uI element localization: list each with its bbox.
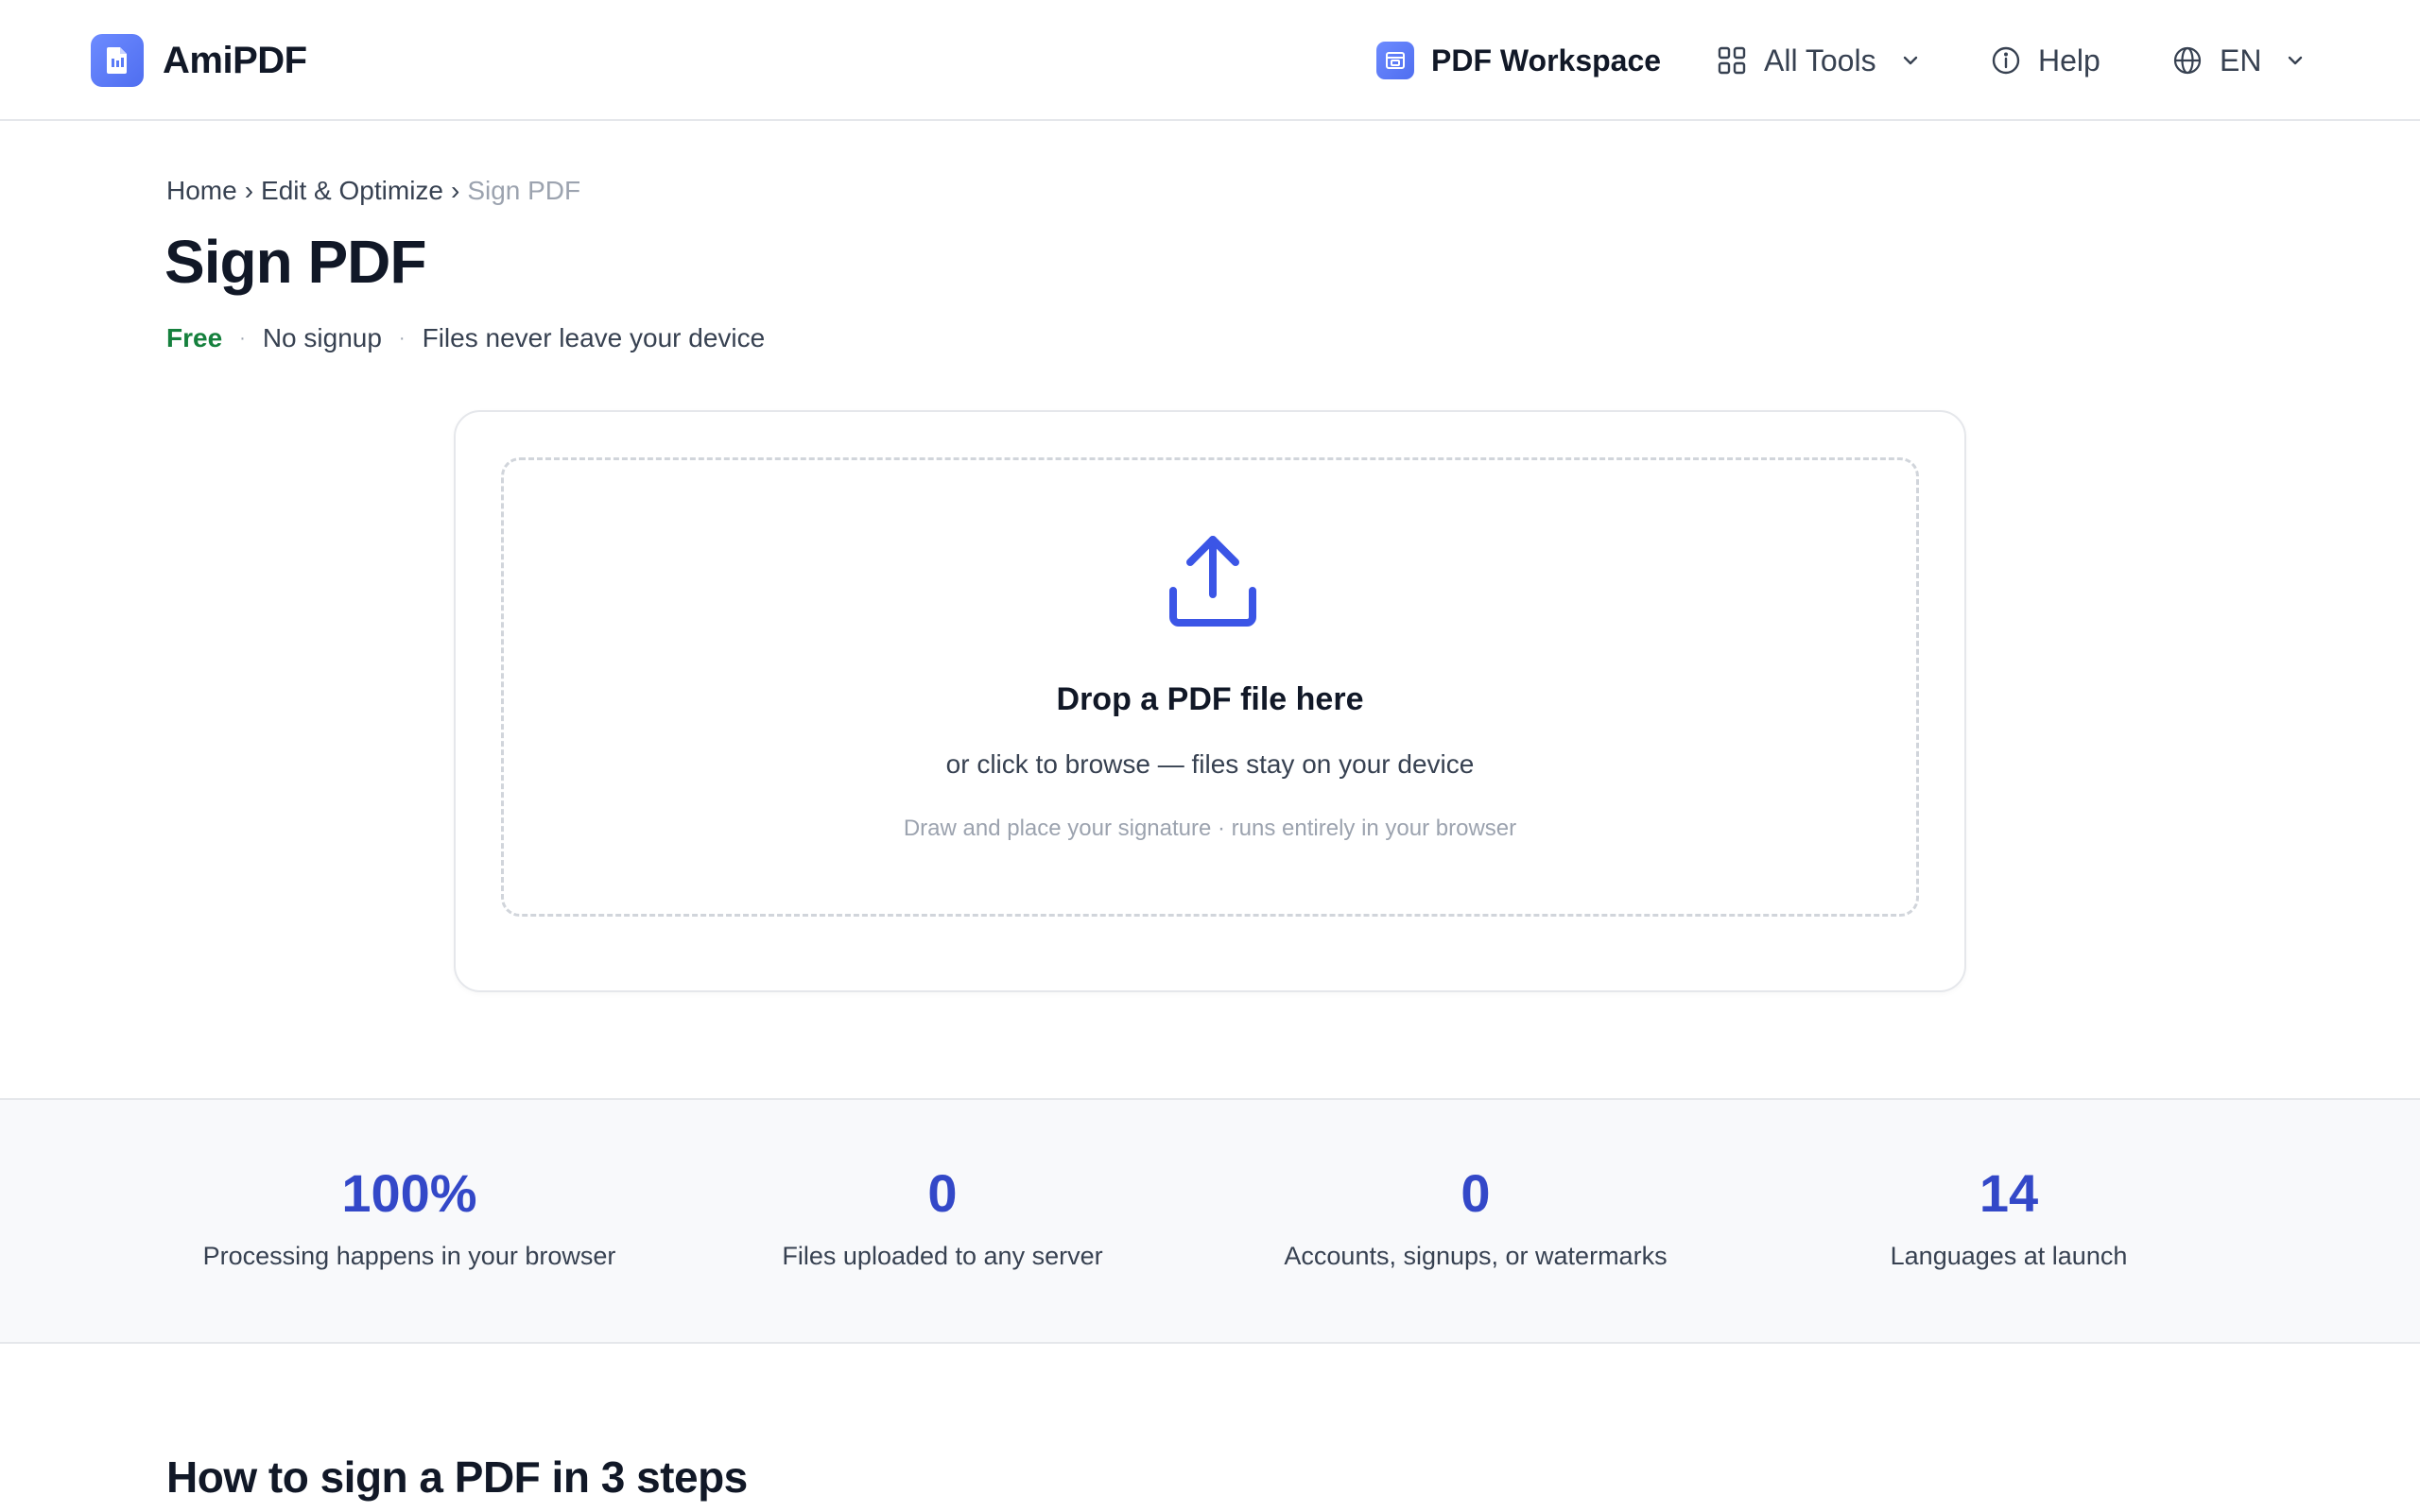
no-signup-tag: No signup (262, 323, 382, 352)
language-selector[interactable]: EN (2172, 0, 2305, 121)
tag-separator: · (398, 327, 406, 349)
stat-item: 0 Files uploaded to any server (675, 1100, 1210, 1342)
globe-icon (2172, 45, 2203, 76)
feature-tagline: Free · No signup · Files never leave you… (166, 323, 765, 353)
stat-value: 14 (1979, 1163, 2039, 1223)
breadcrumb-current: Sign PDF (467, 176, 581, 205)
stat-label: Processing happens in your browser (202, 1242, 616, 1270)
stat-label: Accounts, signups, or watermarks (1284, 1242, 1668, 1270)
tag-separator: · (239, 327, 246, 349)
pdf-file-icon (91, 34, 144, 87)
nav-help[interactable]: Help (1991, 0, 2100, 121)
free-badge: Free (166, 323, 223, 352)
chevron-down-icon (1901, 51, 1920, 70)
stat-item: 100% Processing happens in your browser (142, 1100, 677, 1342)
nav-help-label: Help (2038, 43, 2100, 77)
stats-band: 100% Processing happens in your browser … (0, 1098, 2420, 1344)
workspace-icon (1376, 42, 1414, 79)
breadcrumb-separator: › (450, 176, 460, 205)
stat-value: 0 (1461, 1163, 1491, 1223)
grid-icon (1717, 45, 1747, 76)
stat-value: 0 (927, 1163, 958, 1223)
breadcrumb-home[interactable]: Home (166, 176, 237, 206)
brand-logo[interactable]: AmiPDF (91, 34, 307, 87)
dropzone-subtitle: or click to browse — files stay on your … (945, 749, 1475, 779)
privacy-tag: Files never leave your device (422, 323, 766, 352)
dropzone-title: Drop a PDF file here (1056, 681, 1364, 717)
dropzone-hint: Draw and place your signature · runs ent… (903, 816, 1517, 841)
chevron-down-icon (2286, 51, 2305, 70)
nav-pdf-workspace[interactable]: PDF Workspace (1376, 0, 1661, 121)
language-selector-label: EN (2220, 43, 2262, 77)
upload-card: Drop a PDF file here or click to browse … (454, 410, 1966, 992)
upload-icon (1166, 532, 1260, 635)
stat-label: Languages at launch (1890, 1242, 2128, 1270)
stat-value: 100% (341, 1163, 477, 1223)
stat-item: 0 Accounts, signups, or watermarks (1208, 1100, 1743, 1342)
file-dropzone[interactable]: Drop a PDF file here or click to browse … (501, 457, 1919, 917)
nav-all-tools[interactable]: All Tools (1717, 0, 1920, 121)
nav-all-tools-label: All Tools (1764, 43, 1876, 77)
stat-item: 14 Languages at launch (1741, 1100, 2276, 1342)
breadcrumb-separator: › (244, 176, 254, 205)
nav-pdf-workspace-label: PDF Workspace (1431, 43, 1662, 77)
steps-section-title: How to sign a PDF in 3 steps (166, 1452, 748, 1502)
breadcrumb: Home › Edit & Optimize › Sign PDF (166, 176, 580, 206)
breadcrumb-category[interactable]: Edit & Optimize (261, 176, 443, 206)
stat-label: Files uploaded to any server (782, 1242, 1103, 1270)
brand-name: AmiPDF (163, 39, 307, 81)
info-icon (1991, 45, 2021, 76)
page-title: Sign PDF (164, 228, 426, 296)
top-nav-bar: AmiPDF PDF Workspace All Tools Help EN (0, 0, 2420, 121)
